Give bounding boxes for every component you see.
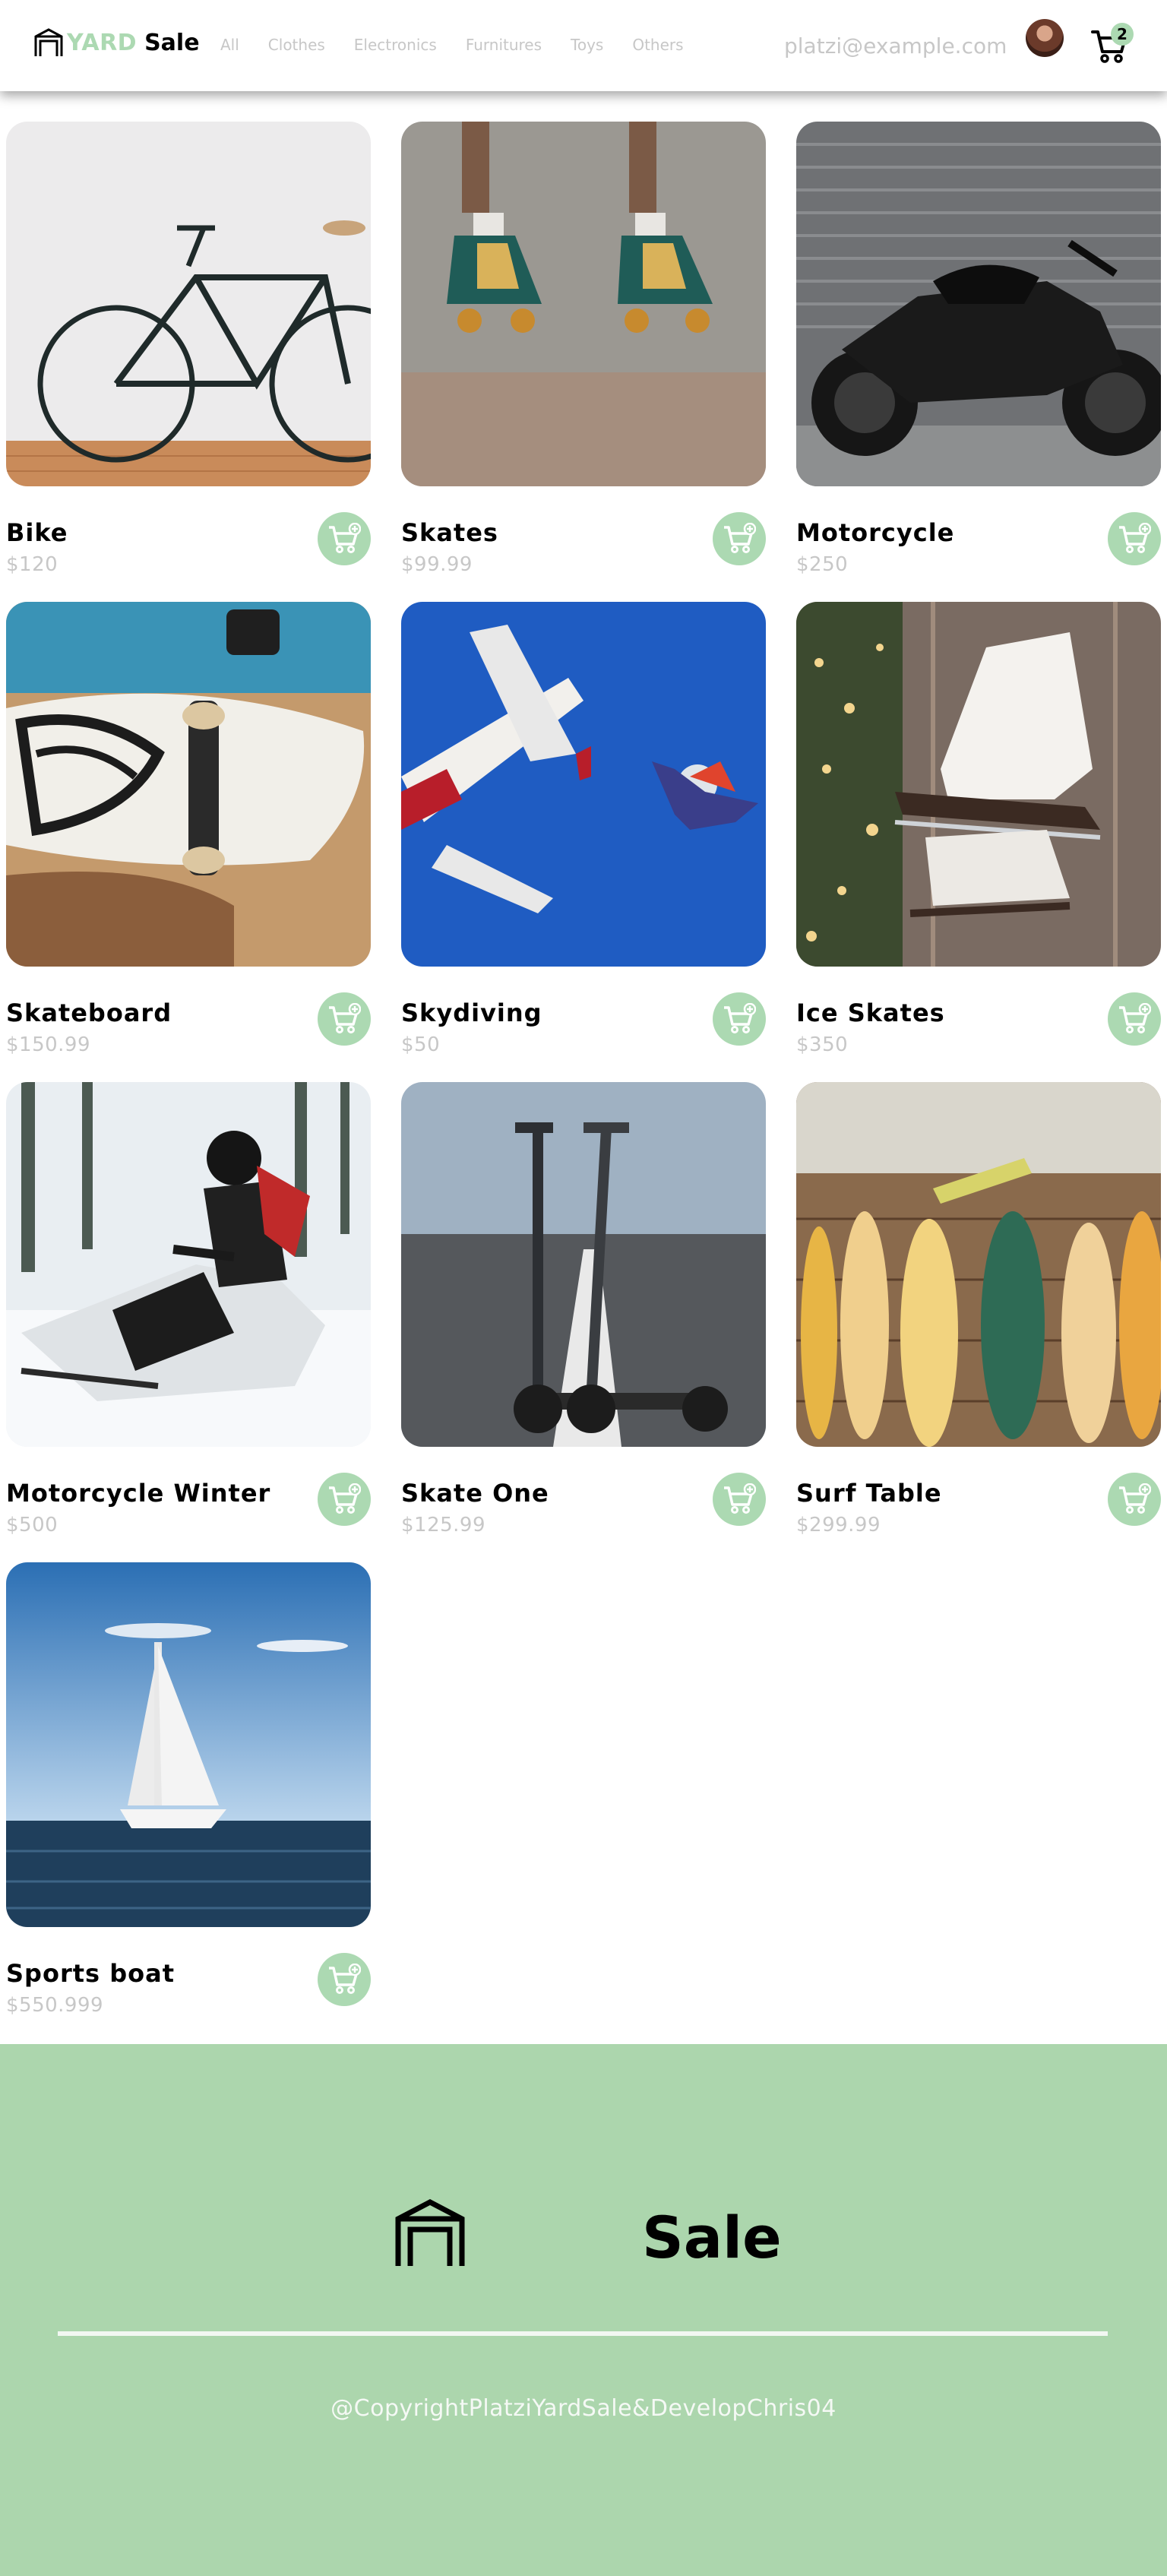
nav-item-electronics[interactable]: Electronics (354, 36, 437, 54)
add-to-cart-icon (724, 1003, 756, 1033)
footer: Sale @CopyrightPlatziYardSale&DevelopChr… (0, 2044, 1167, 2576)
product-grid: Bike $120 Skates $99.99 Motorcycle $250 … (6, 122, 1161, 2043)
add-to-cart-icon (724, 523, 756, 553)
product-image-motorcycle[interactable] (796, 122, 1161, 486)
product-card: Skates $99.99 (401, 122, 766, 602)
product-name: Surf Table (796, 1479, 942, 1508)
product-price: $550.999 (6, 1994, 104, 2017)
product-card: Skateboard $150.99 (6, 602, 371, 1082)
product-image-sports-boat[interactable] (6, 1562, 371, 1927)
nav-item-furnitures[interactable]: Furnitures (466, 36, 542, 54)
brand-logo[interactable]: YARD Sale (33, 27, 200, 58)
cart-count-badge: 2 (1111, 23, 1134, 46)
product-info: Surf Table $299.99 (796, 1470, 1161, 1536)
product-name: Ice Skates (796, 998, 945, 1027)
product-info: Sports boat $550.999 (6, 1950, 371, 2017)
footer-brand-sale: Sale (642, 2204, 782, 2271)
product-card: Surf Table $299.99 (796, 1082, 1161, 1562)
add-to-cart-button[interactable] (1108, 1473, 1161, 1526)
shopping-cart-button[interactable]: 2 (1091, 23, 1134, 64)
product-price: $99.99 (401, 553, 473, 576)
add-to-cart-button[interactable] (318, 1473, 371, 1526)
nav-item-toys[interactable]: Toys (571, 36, 603, 54)
nav-item-others[interactable]: Others (632, 36, 683, 54)
product-name: Skate One (401, 1479, 549, 1508)
product-name: Motorcycle Winter (6, 1479, 271, 1508)
product-price: $50 (401, 1033, 441, 1056)
brand-yard: YARD (67, 29, 138, 56)
user-avatar[interactable] (1026, 19, 1064, 57)
product-image-skate-one[interactable] (401, 1082, 766, 1447)
product-name: Skydiving (401, 998, 542, 1027)
nav-item-clothes[interactable]: Clothes (268, 36, 325, 54)
footer-divider (58, 2331, 1108, 2336)
category-nav: All Clothes Electronics Furnitures Toys … (220, 36, 713, 54)
product-info: Ice Skates $350 (796, 989, 1161, 1056)
product-info: Skateboard $150.99 (6, 989, 371, 1056)
product-name: Bike (6, 518, 68, 547)
product-info: Bike $120 (6, 509, 371, 576)
product-card: Motorcycle $250 (796, 122, 1161, 602)
add-to-cart-button[interactable] (318, 992, 371, 1046)
product-image-bike[interactable] (6, 122, 371, 486)
product-image-skateboard[interactable] (6, 602, 371, 967)
product-price: $500 (6, 1514, 59, 1536)
add-to-cart-icon (1119, 1483, 1151, 1514)
product-price: $350 (796, 1033, 849, 1056)
product-card: Skydiving $50 (401, 602, 766, 1082)
add-to-cart-icon (1119, 523, 1151, 553)
product-info: Skydiving $50 (401, 989, 766, 1056)
product-image-surf-table[interactable] (796, 1082, 1161, 1447)
product-price: $120 (6, 553, 59, 576)
product-name: Skates (401, 518, 498, 547)
product-card: Skate One $125.99 (401, 1082, 766, 1562)
product-price: $299.99 (796, 1514, 881, 1536)
add-to-cart-button[interactable] (1108, 512, 1161, 565)
product-info: Skates $99.99 (401, 509, 766, 576)
product-name: Motorcycle (796, 518, 955, 547)
garage-logo-icon (34, 28, 63, 56)
nav-item-all[interactable]: All (220, 36, 239, 54)
product-image-skydiving[interactable] (401, 602, 766, 967)
product-card: Motorcycle Winter $500 (6, 1082, 371, 1562)
product-image-motorcycle-winter[interactable] (6, 1082, 371, 1447)
product-price: $125.99 (401, 1514, 486, 1536)
brand-sale: Sale (144, 29, 200, 56)
product-info: Motorcycle $250 (796, 509, 1161, 576)
product-image-ice-skates[interactable] (796, 602, 1161, 967)
add-to-cart-button[interactable] (318, 512, 371, 565)
add-to-cart-button[interactable] (713, 1473, 766, 1526)
navbar: YARD Sale All Clothes Electronics Furnit… (0, 0, 1167, 91)
add-to-cart-icon (329, 523, 361, 553)
add-to-cart-button[interactable] (1108, 992, 1161, 1046)
product-card: Ice Skates $350 (796, 602, 1161, 1082)
add-to-cart-icon (329, 1483, 361, 1514)
garage-logo-icon (395, 2199, 465, 2266)
product-name: Skateboard (6, 998, 172, 1027)
add-to-cart-button[interactable] (713, 992, 766, 1046)
product-image-skates[interactable] (401, 122, 766, 486)
add-to-cart-icon (1119, 1003, 1151, 1033)
user-email[interactable]: platzi@example.com (784, 33, 1007, 59)
add-to-cart-button[interactable] (318, 1953, 371, 2006)
add-to-cart-button[interactable] (713, 512, 766, 565)
footer-copyright: @CopyrightPlatziYardSale&DevelopChris04 (330, 2395, 837, 2422)
product-info: Skate One $125.99 (401, 1470, 766, 1536)
product-name: Sports boat (6, 1959, 175, 1988)
add-to-cart-icon (724, 1483, 756, 1514)
product-card: Bike $120 (6, 122, 371, 602)
product-price: $150.99 (6, 1033, 91, 1056)
product-price: $250 (796, 553, 849, 576)
product-info: Motorcycle Winter $500 (6, 1470, 371, 1536)
add-to-cart-icon (329, 1964, 361, 1994)
product-card: Sports boat $550.999 (6, 1562, 371, 2043)
add-to-cart-icon (329, 1003, 361, 1033)
